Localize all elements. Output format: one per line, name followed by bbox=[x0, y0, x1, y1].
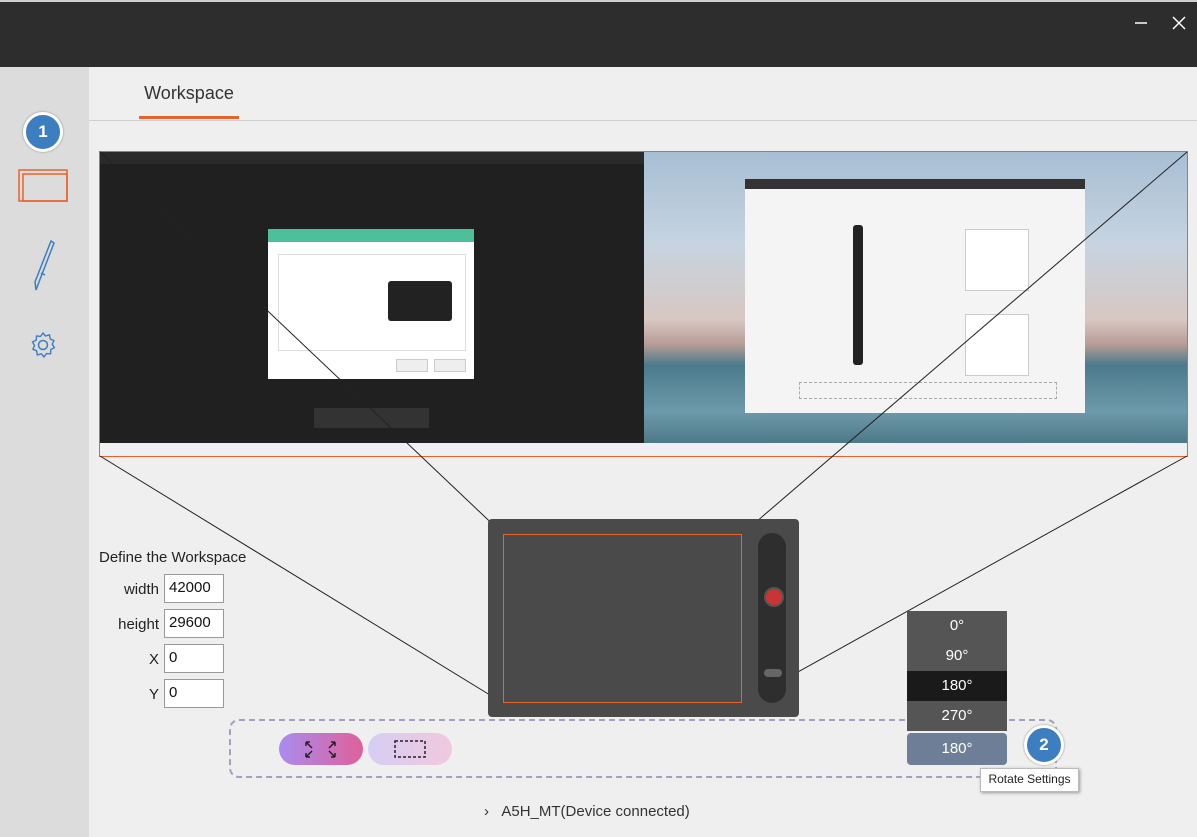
rotate-select[interactable]: 180° bbox=[907, 733, 1007, 765]
width-field[interactable]: 42000 bbox=[164, 574, 224, 603]
x-label: X bbox=[148, 651, 159, 668]
y-label: Y bbox=[148, 686, 159, 703]
custom-area-button[interactable] bbox=[368, 733, 452, 765]
device-status[interactable]: › A5H_MT(Device connected) bbox=[484, 803, 690, 820]
expand-icon bbox=[305, 741, 336, 758]
device-status-text: A5H_MT(Device connected) bbox=[501, 803, 690, 820]
rotate-option-0[interactable]: 0° bbox=[907, 611, 1007, 641]
define-workspace-title: Define the Workspace bbox=[99, 549, 247, 566]
x-field[interactable]: 0 bbox=[164, 644, 224, 673]
select-area-icon bbox=[394, 740, 426, 758]
y-field[interactable]: 0 bbox=[164, 679, 224, 708]
rotate-option-180[interactable]: 180° bbox=[907, 671, 1007, 701]
step-badge-2: 2 bbox=[1024, 725, 1064, 765]
full-area-button[interactable] bbox=[279, 733, 363, 765]
chevron-right-icon: › bbox=[484, 803, 489, 820]
rotate-tooltip: Rotate Settings bbox=[980, 768, 1079, 792]
rotate-option-90[interactable]: 90° bbox=[907, 641, 1007, 671]
width-label: width bbox=[123, 581, 159, 598]
height-field[interactable]: 29600 bbox=[164, 609, 224, 638]
rotate-dropdown-menu: 0° 90° 180° 270° bbox=[907, 611, 1007, 731]
tablet-active-area[interactable] bbox=[503, 534, 742, 703]
rotate-option-270[interactable]: 270° bbox=[907, 701, 1007, 731]
height-label: height bbox=[118, 616, 159, 633]
